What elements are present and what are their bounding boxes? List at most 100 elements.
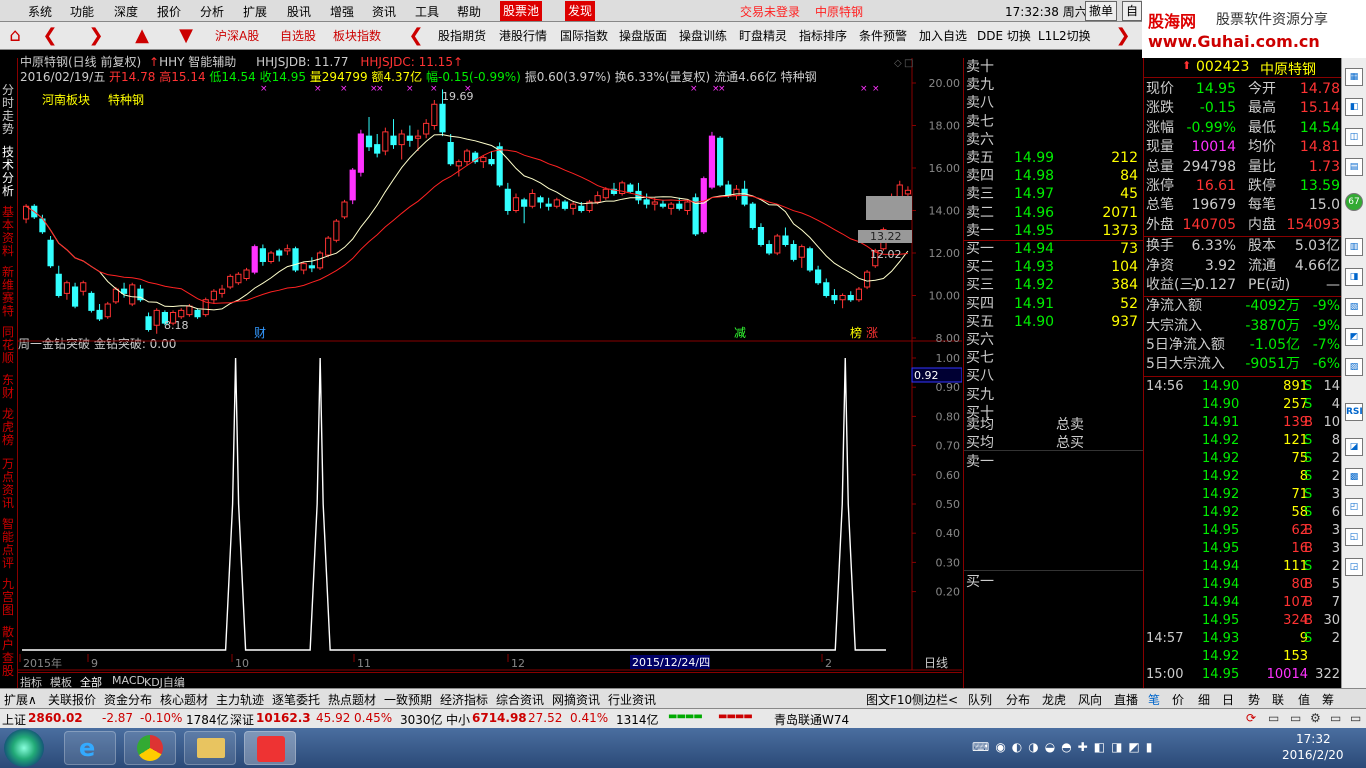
bottom-tab[interactable]: 龙虎: [1042, 691, 1066, 708]
back-icon[interactable]: ❮: [32, 25, 68, 47]
tool-icon[interactable]: ▤: [1345, 158, 1363, 176]
bottom-tab[interactable]: 经济指标: [440, 691, 488, 708]
menu-discover[interactable]: 发现: [565, 1, 596, 21]
bottom-tab[interactable]: 图文F10: [866, 691, 912, 708]
scroll-right-icon[interactable]: ❯: [1108, 25, 1138, 47]
bottom-tab[interactable]: 队列: [968, 691, 992, 708]
tab-indicator-sort[interactable]: 指标排序: [799, 27, 847, 44]
bottom-tab[interactable]: 筹: [1322, 691, 1334, 708]
sell-level-row[interactable]: 卖一 14.95 1373: [966, 222, 1142, 240]
tab-l1l2-switch[interactable]: L1L2切换: [1038, 27, 1091, 44]
window-icon[interactable]: ▭: [1330, 711, 1341, 725]
bottom-tab[interactable]: 主力轨迹: [216, 691, 264, 708]
period-label[interactable]: 日线: [924, 656, 948, 670]
sell-level-row[interactable]: 卖十: [966, 58, 1142, 76]
tool-icon[interactable]: ◧: [1345, 98, 1363, 116]
menu-help[interactable]: 帮助: [457, 3, 481, 20]
side-tab-fundamentals[interactable]: 基本资料: [2, 206, 16, 258]
refresh-icon[interactable]: ⟳: [1246, 711, 1256, 725]
sell-level-row[interactable]: 卖六: [966, 131, 1142, 149]
tool-icon[interactable]: ◰: [1345, 498, 1363, 516]
tool-icon[interactable]: ◪: [1345, 438, 1363, 456]
menu-tools[interactable]: 工具: [415, 3, 439, 20]
sz-label[interactable]: 深证: [230, 711, 254, 728]
side-tab-smart-review[interactable]: 智能点评: [2, 518, 16, 570]
tool-icon[interactable]: ◱: [1345, 528, 1363, 546]
window-icon[interactable]: ▭: [1350, 711, 1361, 725]
sell-level-row[interactable]: 卖七: [966, 113, 1142, 131]
auto-button[interactable]: 自: [1122, 1, 1143, 21]
window-icon[interactable]: ▭: [1268, 711, 1279, 725]
buy-level-row[interactable]: 买三 14.92 384: [966, 276, 1142, 294]
trading-app-icon[interactable]: [244, 731, 296, 765]
menu-depth[interactable]: 深度: [114, 3, 138, 20]
bottom-tab[interactable]: 逐笔委托: [272, 691, 320, 708]
side-tab-retail-check[interactable]: 散户查股: [2, 626, 16, 678]
chrome-icon[interactable]: [124, 731, 176, 765]
bottom-tab[interactable]: 势: [1248, 691, 1260, 708]
menu-info[interactable]: 资讯: [372, 3, 396, 20]
bottom-tab[interactable]: 细: [1198, 691, 1210, 708]
tool-icon[interactable]: ▨: [1345, 358, 1363, 376]
tool-icon[interactable]: ◩: [1345, 328, 1363, 346]
tool-icon[interactable]: ◲: [1345, 558, 1363, 576]
bottom-tab[interactable]: 行业资讯: [608, 691, 656, 708]
forward-icon[interactable]: ❯: [78, 25, 114, 47]
side-tab-xinwei[interactable]: 新维赛特: [2, 266, 16, 318]
tab-sector-index[interactable]: 板块指数: [333, 27, 381, 44]
rsi-icon[interactable]: RSI: [1345, 403, 1363, 421]
buy-level-row[interactable]: 买八: [966, 367, 1142, 385]
bottom-tab[interactable]: 日: [1222, 691, 1234, 708]
menu-extend[interactable]: 扩展: [243, 3, 267, 20]
sell-level-row[interactable]: 卖四 14.98 84: [966, 167, 1142, 185]
bottom-tab[interactable]: 直播: [1114, 691, 1138, 708]
tab-monitor[interactable]: 盯盘精灵: [739, 27, 787, 44]
buy-level-row[interactable]: 买一 14.94 73: [966, 240, 1142, 258]
tab-macd[interactable]: MACD: [112, 674, 145, 687]
bottom-tab[interactable]: 值: [1298, 691, 1310, 708]
event-marker[interactable]: 财: [254, 326, 266, 340]
side-tab-tonghuashun[interactable]: 同花顺: [2, 326, 16, 365]
sell-level-row[interactable]: 卖三 14.97 45: [966, 185, 1142, 203]
bottom-tab[interactable]: 价: [1172, 691, 1184, 708]
scroll-left-icon[interactable]: ❮: [398, 25, 434, 47]
menu-enhance[interactable]: 增强: [330, 3, 354, 20]
tool-icon[interactable]: ▦: [1345, 68, 1363, 86]
side-tab-wandian[interactable]: 万点资讯: [2, 458, 16, 510]
tab-add-watchlist[interactable]: 加入自选: [919, 27, 967, 44]
tool-icon[interactable]: ◨: [1345, 268, 1363, 286]
menu-quote[interactable]: 报价: [157, 3, 181, 20]
sh-label[interactable]: 上证: [2, 711, 26, 728]
tool-icon[interactable]: ▩: [1345, 468, 1363, 486]
bottom-tab[interactable]: 联: [1272, 691, 1284, 708]
bottom-tab[interactable]: 风向: [1078, 691, 1102, 708]
tab-dde-switch[interactable]: DDE 切换: [977, 27, 1031, 44]
side-tab-timeshare[interactable]: 分时走势: [2, 84, 16, 136]
buy-level-row[interactable]: 买五 14.90 937: [966, 313, 1142, 331]
bottom-tab[interactable]: 侧边栏<: [912, 691, 958, 708]
tool-icon[interactable]: ◫: [1345, 128, 1363, 146]
bottom-tab[interactable]: 分布: [1006, 691, 1030, 708]
home-icon[interactable]: ⌂: [0, 25, 30, 47]
up-icon[interactable]: ▲: [124, 25, 160, 47]
down-icon[interactable]: ▼: [168, 25, 204, 47]
k-line-chart[interactable]: 中原特钢(日线 前复权) ↑HHY 智能辅助 HHJSJDB: 11.77 HH…: [18, 55, 962, 688]
cancel-order-button[interactable]: 撤单: [1085, 1, 1118, 21]
sell-level-row[interactable]: 卖八: [966, 94, 1142, 112]
bottom-tab[interactable]: 关联报价: [48, 691, 96, 708]
sell-level-row[interactable]: 卖五 14.99 212: [966, 149, 1142, 167]
tab-intl-index[interactable]: 国际指数: [560, 27, 608, 44]
buy-level-row[interactable]: 买六: [966, 331, 1142, 349]
square-icon[interactable]: □: [904, 58, 913, 69]
bottom-tab[interactable]: 综合资讯: [496, 691, 544, 708]
tool-icon[interactable]: ▥: [1345, 238, 1363, 256]
bottom-tab[interactable]: 一致预期: [384, 691, 432, 708]
tab-training[interactable]: 操盘训练: [679, 27, 727, 44]
bottom-tab[interactable]: 核心题材: [160, 691, 208, 708]
score-badge[interactable]: 67: [1345, 193, 1363, 211]
tab-alert[interactable]: 条件预警: [859, 27, 907, 44]
menu-news[interactable]: 股讯: [287, 3, 311, 20]
zx-label[interactable]: 中小: [446, 711, 470, 728]
sell-level-row[interactable]: 卖二 14.96 2071: [966, 204, 1142, 222]
settings-icon[interactable]: ⚙: [1310, 711, 1321, 725]
